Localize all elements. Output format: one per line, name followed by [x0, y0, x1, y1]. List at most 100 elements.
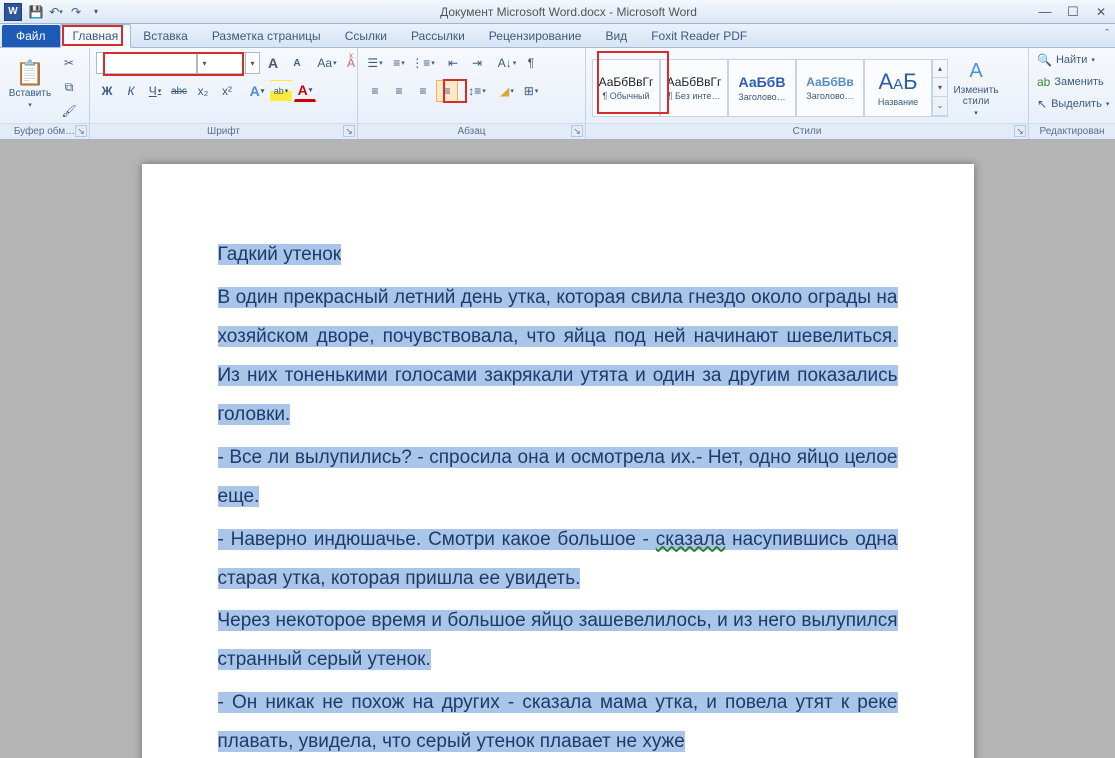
align-right-button[interactable]: ≡: [412, 80, 434, 102]
change-styles-button[interactable]: A Изменить стили ▾: [948, 55, 1004, 121]
tab-view[interactable]: Вид: [593, 25, 639, 47]
text-effects-button[interactable]: A: [246, 80, 268, 102]
paste-label: Вставить: [9, 88, 51, 99]
show-marks-button[interactable]: ¶: [520, 52, 542, 74]
tab-references[interactable]: Ссылки: [333, 25, 399, 47]
styles-scroll[interactable]: ▴ ▾ ⌄: [932, 59, 948, 117]
underline-button[interactable]: Ч: [144, 80, 166, 102]
title-bar: W 💾 ↶▾ ↷ ▾ Документ Microsoft Word.docx …: [0, 0, 1115, 24]
styles-expand-icon[interactable]: ⌄: [933, 97, 947, 116]
highlight-button[interactable]: ab: [270, 80, 292, 102]
cut-button[interactable]: ✂: [58, 52, 80, 74]
indent-dec-button[interactable]: ⇤: [442, 52, 464, 74]
find-button[interactable]: 🔍Найти▾: [1035, 50, 1097, 70]
doc-paragraph[interactable]: - Наверно индюшачье. Смотри какое большо…: [218, 521, 898, 599]
strike-button[interactable]: abc: [168, 80, 190, 102]
indent-inc-button[interactable]: ⇥: [466, 52, 488, 74]
align-center-button[interactable]: ≡: [388, 80, 410, 102]
spacing-icon: ↕≡: [468, 84, 481, 98]
para-launcher[interactable]: ↘: [571, 125, 583, 137]
qat-undo-button[interactable]: ↶▾: [46, 2, 66, 22]
document-area[interactable]: Гадкий утенок В один прекрасный летний д…: [0, 140, 1115, 758]
window-maximize-button[interactable]: ☐: [1059, 2, 1087, 22]
group-editing-label: Редактирован: [1029, 123, 1115, 139]
change-case-button[interactable]: Aa: [316, 52, 338, 74]
align-right-icon: ≡: [419, 84, 426, 98]
page[interactable]: Гадкий утенок В один прекрасный летний д…: [142, 164, 974, 758]
qat-redo-button[interactable]: ↷: [66, 2, 86, 22]
bucket-icon: ◢: [500, 84, 509, 98]
superscript-button[interactable]: x²: [216, 80, 238, 102]
justify-button[interactable]: ≡: [436, 80, 458, 102]
doc-paragraph[interactable]: В один прекрасный летний день утка, кото…: [218, 279, 898, 435]
tab-home[interactable]: Главная: [60, 24, 132, 48]
italic-button[interactable]: К: [120, 80, 142, 102]
tab-mailings[interactable]: Рассылки: [399, 25, 477, 47]
qat-customize-button[interactable]: ▾: [86, 2, 106, 22]
line-spacing-button[interactable]: ↕≡: [466, 80, 488, 102]
tab-foxit[interactable]: Foxit Reader PDF: [639, 25, 759, 47]
replace-button[interactable]: abЗаменить: [1035, 72, 1106, 92]
scroll-down-icon[interactable]: ▾: [933, 78, 947, 97]
group-styles-label: Стили↘: [586, 123, 1028, 139]
window-close-button[interactable]: ✕: [1087, 2, 1115, 22]
group-styles: АаБбВвГг¶ Обычный АаБбВвГг¶ Без инте… Аа…: [586, 48, 1029, 139]
tab-insert[interactable]: Вставка: [131, 25, 200, 47]
doc-paragraph[interactable]: - Все ли вылупились? - спросила она и ос…: [218, 439, 898, 517]
shrink-font-button[interactable]: A: [286, 52, 308, 74]
ribbon-collapse-button[interactable]: ˆ: [1105, 28, 1109, 40]
copy-button[interactable]: ⧉: [58, 76, 80, 98]
paste-button[interactable]: 📋 Вставить ▾: [6, 52, 54, 118]
bold-button[interactable]: Ж: [96, 80, 118, 102]
style-heading1[interactable]: АаБбВЗаголово…: [728, 59, 796, 117]
select-button[interactable]: ↖Выделить▾: [1035, 94, 1111, 114]
window-minimize-button[interactable]: —: [1031, 2, 1059, 22]
bullets-icon: ☰: [367, 56, 378, 70]
outdent-icon: ⇤: [448, 56, 458, 70]
font-name-combo[interactable]: ▾ ▾: [96, 52, 260, 74]
tab-file[interactable]: Файл: [2, 25, 60, 47]
style-heading2[interactable]: АаБбВвЗаголово…: [796, 59, 864, 117]
save-icon: 💾: [29, 5, 44, 19]
redo-icon: ↷: [71, 5, 81, 19]
align-center-icon: ≡: [395, 84, 402, 98]
doc-paragraph[interactable]: Через некоторое время и большое яйцо заш…: [218, 602, 898, 680]
font-name-field[interactable]: [97, 53, 197, 73]
scissors-icon: ✂: [64, 56, 74, 70]
style-no-spacing[interactable]: АаБбВвГг¶ Без инте…: [660, 59, 728, 117]
scroll-up-icon[interactable]: ▴: [933, 60, 947, 79]
tab-review[interactable]: Рецензирование: [477, 25, 594, 47]
font-color-button[interactable]: A: [294, 80, 316, 102]
align-left-button[interactable]: ≡: [364, 80, 386, 102]
font-size-field[interactable]: [211, 53, 245, 73]
group-paragraph: ☰ ≡ ⋮≡ ⇤ ⇥ A↓ ¶ ≡ ≡ ≡ ≡ ↕≡ ◢ ⊞: [358, 48, 586, 139]
styles-launcher[interactable]: ↘: [1014, 125, 1026, 137]
style-title[interactable]: АаБНазвание: [864, 59, 932, 117]
font-launcher[interactable]: ↘: [343, 125, 355, 137]
multilevel-button[interactable]: ⋮≡: [412, 52, 434, 74]
group-font: ▾ ▾ A A Aa Aͯ Ж К Ч abc x₂ x² A ab: [90, 48, 358, 139]
tab-layout[interactable]: Разметка страницы: [200, 25, 333, 47]
chevron-down-icon[interactable]: ▾: [197, 53, 211, 73]
indent-icon: ⇥: [472, 56, 482, 70]
group-editing: 🔍Найти▾ abЗаменить ↖Выделить▾ Редактиров…: [1029, 48, 1115, 139]
word-app-icon: W: [4, 3, 22, 21]
format-painter-button[interactable]: 🖌: [58, 100, 80, 122]
subscript-button[interactable]: x₂: [192, 80, 214, 102]
grow-font-button[interactable]: A: [262, 52, 284, 74]
copy-icon: ⧉: [65, 80, 74, 95]
borders-icon: ⊞: [524, 84, 534, 98]
qat-save-button[interactable]: 💾: [26, 2, 46, 22]
numbering-button[interactable]: ≡: [388, 52, 410, 74]
sort-button[interactable]: A↓: [496, 52, 518, 74]
clipboard-launcher[interactable]: ↘: [75, 125, 87, 137]
style-normal[interactable]: АаБбВвГг¶ Обычный: [592, 59, 660, 117]
align-left-icon: ≡: [371, 84, 378, 98]
borders-button[interactable]: ⊞: [520, 80, 542, 102]
doc-paragraph[interactable]: - Он никак не похож на других - сказала …: [218, 684, 898, 758]
bullets-button[interactable]: ☰: [364, 52, 386, 74]
shading-button[interactable]: ◢: [496, 80, 518, 102]
chevron-down-icon[interactable]: ▾: [245, 53, 259, 73]
doc-heading[interactable]: Гадкий утенок: [218, 236, 898, 275]
window-title: Документ Microsoft Word.docx - Microsoft…: [106, 5, 1031, 19]
